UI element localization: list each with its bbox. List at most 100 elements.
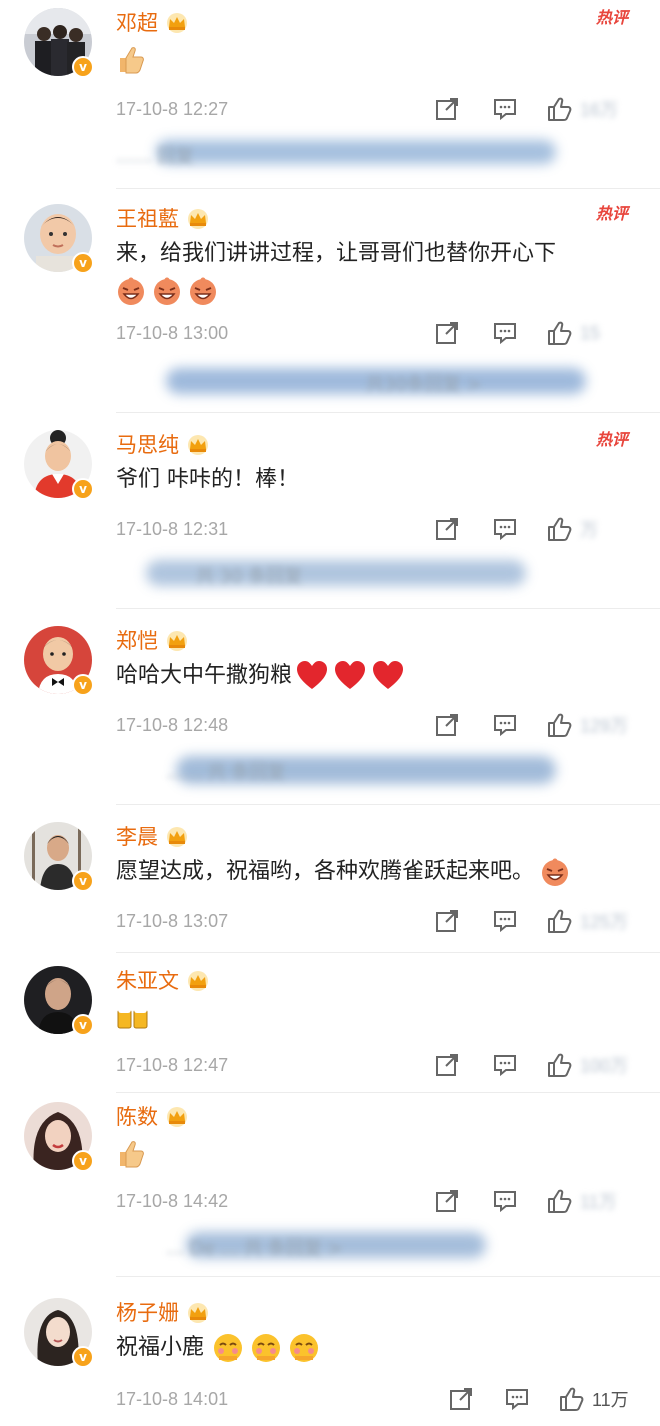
share-button[interactable] (434, 1052, 460, 1078)
crown-icon (167, 1107, 187, 1127)
timestamp: 17-10-8 14:01 (116, 1388, 229, 1409)
avatar[interactable]: v (24, 626, 94, 696)
timestamp: 17-10-8 12:48 (116, 714, 229, 735)
blushing-face-emoji (252, 1334, 281, 1362)
red-heart-emoji (373, 661, 404, 689)
timestamp: 17-10-8 13:00 (116, 322, 229, 343)
crown-icon (188, 209, 208, 229)
crown-icon (188, 971, 208, 991)
beer-mugs-emoji (117, 1007, 148, 1029)
reply-summary[interactable]: …… 回复 (116, 134, 636, 170)
verified-badge: v (72, 56, 94, 78)
comment-button[interactable] (492, 320, 518, 346)
like-count: 11万 (580, 1192, 617, 1212)
username[interactable]: 朱亚文 (116, 966, 179, 996)
like-button[interactable]: 100万 (546, 1052, 628, 1078)
like-count: 100万 (580, 1056, 629, 1076)
username[interactable]: 马思纯 (116, 430, 179, 460)
like-icon (548, 713, 572, 737)
share-button[interactable] (434, 712, 460, 738)
share-icon (436, 714, 458, 736)
timestamp: 17-10-8 13:07 (116, 910, 229, 931)
verified-badge: v (72, 1346, 94, 1368)
crown-icon (188, 435, 208, 455)
reply-summary-text: …… 共 条回复 (166, 762, 286, 783)
username[interactable]: 郑恺 (116, 626, 158, 656)
reply-summary[interactable]: …… 共 条回复 (116, 750, 636, 786)
comment-button[interactable] (492, 712, 518, 738)
username[interactable]: 王祖藍 (116, 204, 179, 234)
username[interactable]: 邓超 (116, 8, 158, 38)
crown-icon (188, 1303, 208, 1323)
comment-item: v 王祖藍 热评 来，给我们讲讲过程，让哥哥们也替你开心下 17-10-8 13… (0, 196, 660, 416)
like-button[interactable]: 11万 (546, 1188, 617, 1214)
comment-button[interactable] (492, 1188, 518, 1214)
comment-body: 祝福小鹿 (116, 1335, 205, 1360)
avatar[interactable]: v (24, 1298, 94, 1368)
comment-icon (494, 1055, 516, 1077)
thumbs-up-emoji (120, 47, 144, 74)
share-button[interactable] (434, 1188, 460, 1214)
comment-text: 爷们 咔咔的！棒！ (116, 464, 299, 496)
verified-badge: v (72, 478, 94, 500)
comment-button[interactable] (492, 516, 518, 542)
comment-item: v 陈数 17-10-8 14:42 11万 … De … 共 条回复 > (0, 1094, 660, 1280)
timestamp: 17-10-8 12:27 (116, 98, 229, 119)
like-count: 129万 (580, 716, 629, 736)
comment-button[interactable] (492, 96, 518, 122)
like-button[interactable]: 万 (546, 516, 598, 542)
reply-summary[interactable]: … De … 共 条回复 > (116, 1226, 636, 1262)
comment-text: 来，给我们讲讲过程，让哥哥们也替你开心下 (116, 238, 556, 270)
like-icon (548, 321, 572, 345)
share-button[interactable] (434, 96, 460, 122)
reply-summary[interactable]: 共 30 条回复 (116, 554, 636, 590)
username[interactable]: 陈数 (116, 1102, 158, 1132)
share-icon (436, 1054, 458, 1076)
like-count: 11万 (592, 1390, 629, 1410)
avatar[interactable]: v (24, 204, 94, 274)
comment-item: v 郑恺 哈哈大中午撒狗粮 17-10-8 12:48 129万 …… 共 条回… (0, 618, 660, 808)
comment-body: 来，给我们讲讲过程，让哥哥们也替你开心下 (116, 241, 557, 266)
divider (116, 804, 660, 805)
comment-body: 爷们 咔咔的！棒！ (116, 467, 299, 492)
share-icon (450, 1388, 472, 1410)
hot-comment-tag: 热评 (596, 204, 629, 223)
crown-icon (167, 631, 187, 651)
avatar[interactable]: v (24, 8, 94, 78)
like-button[interactable]: 15 (546, 320, 600, 346)
share-button[interactable] (434, 908, 460, 934)
reply-summary-text: 共 30 条回复 (196, 566, 303, 587)
comment-item: v 马思纯 热评 爷们 咔咔的！棒！ 17-10-8 12:31 万 共 30 … (0, 422, 660, 612)
blushing-face-emoji (214, 1334, 243, 1362)
avatar[interactable]: v (24, 966, 94, 1036)
reply-summary[interactable]: 共30条回复 > (116, 362, 636, 398)
blushing-face-emoji (290, 1334, 319, 1362)
share-icon (436, 98, 458, 120)
like-button[interactable]: 16万 (546, 96, 618, 122)
avatar[interactable]: v (24, 430, 94, 500)
avatar[interactable]: v (24, 822, 94, 892)
comment-button[interactable] (492, 1052, 518, 1078)
share-button[interactable] (434, 320, 460, 346)
share-button[interactable] (448, 1386, 474, 1412)
crown-icon (167, 827, 187, 847)
reply-summary-text: … De … 共 条回复 > (166, 1238, 343, 1259)
username[interactable]: 李晨 (116, 822, 158, 852)
like-button[interactable]: 125万 (546, 908, 628, 934)
laughing-face-emoji (118, 277, 144, 305)
hot-comment-tag: 热评 (596, 430, 629, 449)
comment-button[interactable] (504, 1386, 530, 1412)
comment-text: 祝福小鹿 (116, 1332, 320, 1364)
username[interactable]: 杨子姗 (116, 1298, 179, 1328)
like-button[interactable]: 129万 (546, 712, 628, 738)
laughing-face-emoji (154, 277, 180, 305)
thumbs-up-emoji (120, 1141, 144, 1168)
like-button[interactable]: 11万 (558, 1386, 629, 1412)
share-icon (436, 910, 458, 932)
comment-button[interactable] (492, 908, 518, 934)
laughing-face-emoji (190, 277, 216, 305)
like-icon (548, 1189, 572, 1213)
share-button[interactable] (434, 516, 460, 542)
avatar[interactable]: v (24, 1102, 94, 1172)
like-count: 125万 (580, 912, 629, 932)
